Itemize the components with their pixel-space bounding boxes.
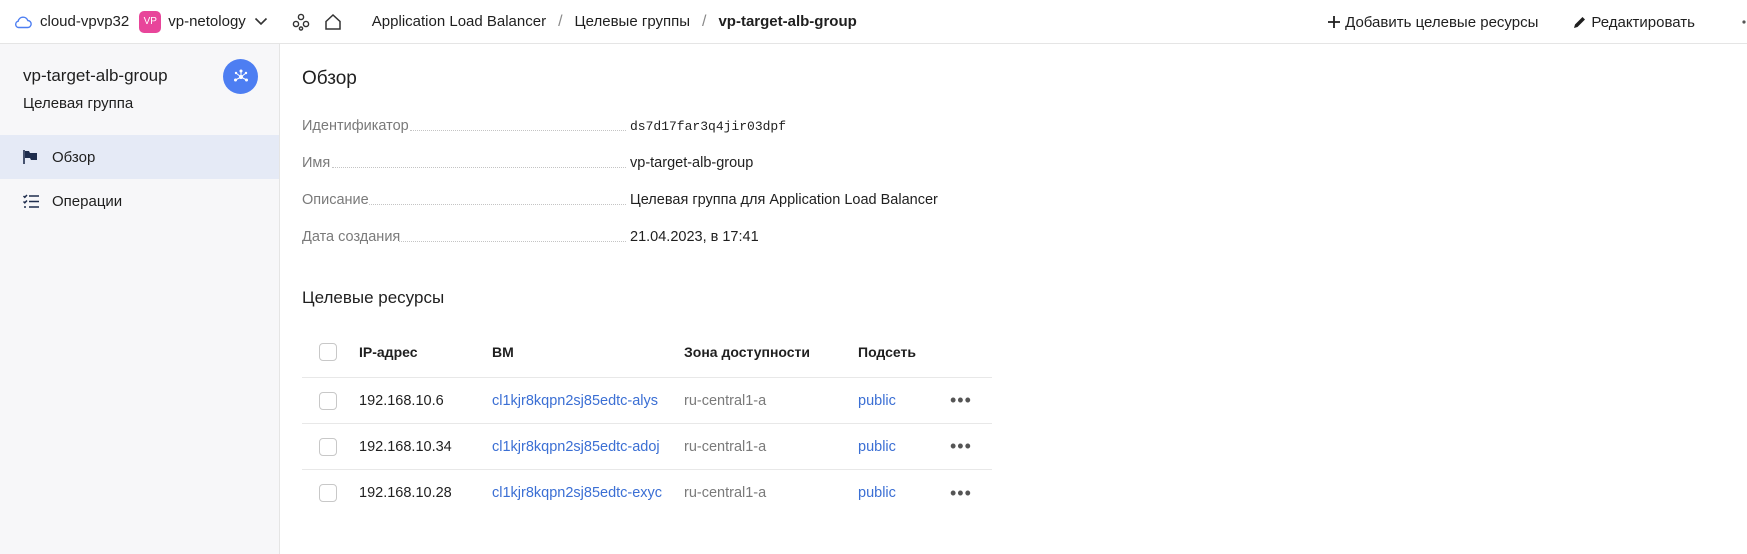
subnet-link[interactable]: public — [858, 470, 896, 516]
prop-value-name: vp-target-alb-group — [630, 155, 754, 171]
row-checkbox-cell — [319, 378, 337, 423]
targets-heading: Целевые ресурсы — [302, 288, 445, 307]
sidebar-item-label: Обзор — [52, 148, 96, 166]
vm-link[interactable]: cl1kjr8kqpn2sj85edtc-adoj — [492, 424, 660, 469]
folder-badge: VP — [139, 10, 162, 33]
select-all-cell — [319, 326, 337, 377]
prop-leader — [410, 130, 626, 131]
prop-value-description: Целевая группа для Application Load Bala… — [630, 192, 938, 208]
prop-row-id: Идентификатор ds7d17far3q4jir03dpf — [302, 114, 942, 134]
row-menu-icon[interactable]: ••• — [950, 470, 972, 516]
prop-row-created: Дата создания 21.04.2023, в 17:41 — [302, 225, 942, 245]
prop-value-id[interactable]: ds7d17far3q4jir03dpf — [630, 119, 786, 134]
ip-cell: 192.168.10.34 — [359, 438, 452, 455]
prop-label: Идентификатор — [302, 118, 409, 134]
zone-cell: ru-central1-a — [684, 485, 767, 501]
table-row: 192.168.10.34 cl1kjr8kqpn2sj85edtc-adoj … — [302, 424, 992, 470]
prop-label: Дата создания — [302, 229, 401, 245]
cloud-name[interactable]: cloud-vpvp32 — [40, 13, 129, 30]
table-row: 192.168.10.6 cl1kjr8kqpn2sj85edtc-alys r… — [302, 378, 992, 424]
breadcrumb-separator: / — [702, 12, 707, 30]
plus-icon — [1327, 15, 1341, 29]
zone-cell: ru-central1-a — [684, 438, 767, 455]
subnet-link[interactable]: public — [858, 378, 896, 423]
column-zone: Зона доступности — [684, 343, 811, 360]
table-row: 192.168.10.28 cl1kjr8kqpn2sj85edtc-exyc … — [302, 470, 992, 516]
more-icon[interactable] — [1729, 19, 1747, 25]
prop-row-name: Имя vp-target-alb-group — [302, 151, 942, 171]
table-header: IP-адрес ВМ Зона доступности Подсеть — [302, 326, 992, 378]
chevron-down-icon[interactable] — [254, 15, 268, 29]
services-icon[interactable] — [290, 11, 312, 33]
row-checkbox[interactable] — [319, 391, 337, 410]
ip-cell: 192.168.10.6 — [359, 392, 444, 409]
top-bar: cloud-vpvp32 VP vp-netology Application … — [0, 0, 1747, 44]
service-button[interactable] — [223, 59, 258, 94]
select-all-checkbox[interactable] — [319, 342, 337, 361]
breadcrumb-service[interactable]: Application Load Balancer — [372, 13, 546, 30]
sidebar: vp-target-alb-group Целевая группа Обзор… — [0, 44, 280, 554]
prop-value-created: 21.04.2023, в 17:41 — [630, 229, 759, 245]
breadcrumb-current: vp-target-alb-group — [718, 13, 857, 30]
list-icon — [22, 191, 42, 211]
balancer-icon — [233, 69, 248, 81]
ip-cell: 192.168.10.28 — [359, 485, 452, 501]
row-checkbox-cell — [319, 424, 337, 469]
zone-cell: ru-central1-a — [684, 392, 767, 409]
prop-row-description: Описание Целевая группа для Application … — [302, 188, 942, 208]
sidebar-item-label: Операции — [52, 192, 123, 210]
resource-title: vp-target-alb-group — [23, 66, 168, 85]
row-menu-icon[interactable]: ••• — [950, 424, 972, 469]
subnet-link[interactable]: public — [858, 424, 896, 469]
folder-name[interactable]: vp-netology — [168, 13, 246, 30]
vm-link[interactable]: cl1kjr8kqpn2sj85edtc-alys — [492, 378, 658, 423]
resource-type: Целевая группа — [23, 95, 134, 112]
row-checkbox[interactable] — [319, 484, 337, 502]
edit-button[interactable]: Редактировать — [1572, 14, 1695, 31]
column-vm: ВМ — [492, 343, 514, 360]
row-checkbox-cell — [319, 470, 337, 516]
add-targets-button[interactable]: Добавить целевые ресурсы — [1327, 14, 1538, 31]
sidebar-item-overview[interactable]: Обзор — [0, 135, 279, 179]
prop-leader — [399, 241, 626, 242]
home-icon[interactable] — [322, 11, 344, 33]
prop-leader — [332, 167, 626, 168]
prop-label: Имя — [302, 155, 331, 171]
pencil-icon — [1572, 15, 1587, 30]
column-subnet: Подсеть — [858, 343, 916, 360]
prop-leader — [369, 204, 626, 205]
breadcrumb-target-groups[interactable]: Целевые группы — [575, 13, 690, 30]
targets-table: IP-адрес ВМ Зона доступности Подсеть 192… — [302, 326, 992, 516]
breadcrumb-separator: / — [558, 12, 563, 30]
add-targets-label: Добавить целевые ресурсы — [1345, 13, 1539, 31]
column-ip: IP-адрес — [359, 343, 418, 360]
prop-label: Описание — [302, 192, 369, 208]
row-checkbox[interactable] — [319, 437, 337, 456]
sidebar-item-operations[interactable]: Операции — [0, 179, 279, 223]
overview-heading: Обзор — [302, 68, 357, 89]
flag-icon — [22, 147, 42, 167]
edit-label: Редактировать — [1591, 13, 1695, 31]
vm-link[interactable]: cl1kjr8kqpn2sj85edtc-exyc — [492, 470, 662, 516]
row-menu-icon[interactable]: ••• — [950, 378, 972, 423]
cloud-icon — [14, 13, 32, 31]
